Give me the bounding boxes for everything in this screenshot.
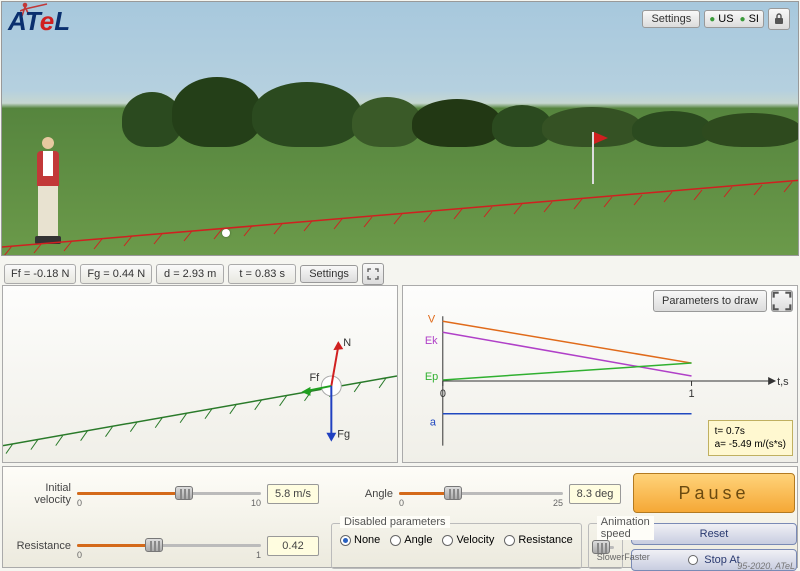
radio-velocity[interactable]: Velocity <box>442 534 494 546</box>
resistance-value: 0.42 <box>267 536 319 556</box>
svg-text:t,s: t,s <box>777 376 789 388</box>
pause-button[interactable]: Pause <box>633 473 795 513</box>
svg-text:1: 1 <box>689 388 695 400</box>
chart-panel: Parameters to draw t,s 0 1 V Ek Ep a <box>402 285 798 463</box>
svg-text:Ep: Ep <box>425 371 438 383</box>
golf-ball-scene <box>222 229 230 237</box>
readout-friction: Ff = -0.18 N <box>4 264 76 284</box>
svg-text:Ek: Ek <box>425 335 438 347</box>
resistance-slider[interactable]: 01 <box>77 532 261 560</box>
diagram-settings-button[interactable]: Settings <box>300 265 358 283</box>
parameters-to-draw-button[interactable]: Parameters to draw <box>653 290 767 312</box>
angle-label: Angle <box>333 488 393 500</box>
radio-resistance[interactable]: Resistance <box>504 534 572 546</box>
settings-button[interactable]: Settings <box>642 10 700 28</box>
reset-button[interactable]: Reset <box>631 523 797 545</box>
svg-text:Ff: Ff <box>309 372 320 384</box>
radio-angle[interactable]: Angle <box>390 534 432 546</box>
treeline <box>2 72 798 147</box>
svg-text:0: 0 <box>440 388 446 400</box>
flag-icon <box>592 132 594 184</box>
app-logo: ATeL <box>8 6 70 37</box>
svg-text:N: N <box>343 337 351 349</box>
animation-speed-slider[interactable]: SlowerFaster <box>597 534 614 562</box>
initial-velocity-slider[interactable]: 010 <box>77 480 261 508</box>
angle-value: 8.3 deg <box>569 484 621 504</box>
golfer-figure <box>32 137 64 247</box>
angle-slider[interactable]: 025 <box>399 480 563 508</box>
unit-toggle[interactable]: US SI <box>704 10 764 28</box>
resistance-label: Resistance <box>11 540 71 552</box>
animation-speed-group: Animation speed SlowerFaster <box>588 523 623 569</box>
initial-velocity-label: Initial velocity <box>11 482 71 506</box>
simulation-scene: ATeL Settings US SI <box>1 1 799 256</box>
expand-chart-icon[interactable] <box>771 290 793 312</box>
expand-diagram-icon[interactable] <box>362 263 384 285</box>
controls-panel: Initial velocity 010 5.8 m/s Angle 025 8… <box>2 466 798 568</box>
svg-text:a: a <box>430 417 437 429</box>
radio-none[interactable]: None <box>340 534 380 546</box>
readout-time: t = 0.83 s <box>228 264 296 284</box>
chart-tooltip: t= 0.7s a= -5.49 m/(s*s) <box>708 420 793 456</box>
unit-si[interactable]: SI <box>740 13 759 25</box>
svg-text:Fg: Fg <box>337 429 350 441</box>
svg-text:V: V <box>428 313 436 325</box>
readout-gravity: Fg = 0.44 N <box>80 264 152 284</box>
lock-icon[interactable] <box>768 8 790 30</box>
disabled-parameters-group: Disabled parameters None Angle Velocity … <box>331 523 582 569</box>
initial-velocity-value: 5.8 m/s <box>267 484 319 504</box>
unit-us[interactable]: US <box>709 13 733 25</box>
force-diagram-panel: N Ff Fg <box>2 285 398 463</box>
readout-distance: d = 2.93 m <box>156 264 224 284</box>
